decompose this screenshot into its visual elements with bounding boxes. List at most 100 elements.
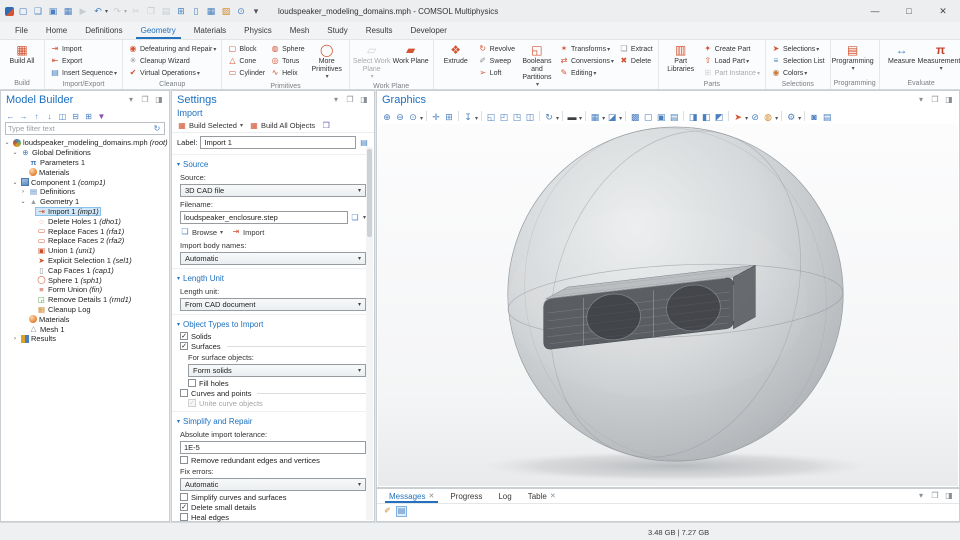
- more-primitives-button[interactable]: More Primitives▾: [308, 41, 346, 81]
- tab-file[interactable]: File: [6, 22, 37, 39]
- tree-node-cap-faces-1[interactable]: Cap Faces 1(cap1): [1, 265, 169, 275]
- qat-undo-button[interactable]: ▾: [92, 5, 108, 17]
- qat-cut-button[interactable]: [130, 5, 142, 17]
- section-header-length-unit[interactable]: ▾Length Unit: [172, 268, 374, 285]
- zoom-in-button[interactable]: [381, 107, 393, 125]
- tab-materials[interactable]: Materials: [185, 22, 235, 39]
- checkbox-curves-and-points[interactable]: Curves and points: [172, 388, 374, 398]
- arrow-right-button[interactable]: [18, 106, 29, 124]
- qat-table-qat-button[interactable]: [205, 5, 217, 17]
- tab-table[interactable]: Table✕: [520, 489, 564, 503]
- import-button[interactable]: Import: [48, 43, 119, 55]
- panel-float-icon[interactable]: [930, 95, 940, 105]
- checkbox-heal-edges[interactable]: Heal edges: [172, 512, 374, 522]
- tab-geometry[interactable]: Geometry: [132, 22, 185, 39]
- view-xy-button[interactable]: [485, 107, 497, 125]
- tab-mesh[interactable]: Mesh: [281, 22, 319, 39]
- scrollbar-thumb[interactable]: [367, 149, 372, 237]
- snapshot-button[interactable]: [808, 107, 820, 125]
- tree-node-results[interactable]: ›Results: [1, 334, 169, 344]
- conversions-button[interactable]: Conversions▾: [557, 55, 616, 67]
- tab-definitions[interactable]: Definitions: [76, 22, 131, 39]
- panel-float-icon[interactable]: [140, 95, 150, 105]
- editing-button[interactable]: Editing▾: [557, 67, 616, 79]
- loft-button[interactable]: Loft: [476, 67, 517, 79]
- qat-image-qat-button[interactable]: [220, 5, 232, 17]
- arrow-left-button[interactable]: [5, 106, 16, 124]
- tree-node-replace-faces-1[interactable]: Replace Faces 1(rfa1): [1, 226, 169, 236]
- close-tab-icon[interactable]: ✕: [550, 492, 556, 500]
- tree-expander[interactable]: ›: [19, 189, 27, 195]
- highlight-button[interactable]: ▾: [762, 107, 778, 125]
- select-entities-button[interactable]: ▾: [732, 107, 748, 125]
- zoom-box-button[interactable]: ▾: [407, 107, 423, 125]
- transforms-button[interactable]: Transforms▾: [557, 43, 616, 55]
- checkbox-fill-holes[interactable]: Fill holes: [172, 378, 374, 388]
- extract-button[interactable]: Extract: [617, 43, 655, 55]
- section-header-simplify-and-repair[interactable]: ▾Simplify and Repair: [172, 411, 374, 428]
- qat-copy-button[interactable]: [145, 5, 157, 17]
- minimize-button[interactable]: [858, 0, 892, 22]
- arrow-down-button[interactable]: [44, 106, 55, 124]
- wireframe-button[interactable]: [629, 107, 641, 125]
- tree-expander[interactable]: ›: [11, 336, 19, 342]
- part-libraries-button[interactable]: Part Libraries: [662, 41, 700, 74]
- reset-hiding-button[interactable]: [713, 107, 725, 125]
- print-button[interactable]: [821, 107, 833, 125]
- tree-node-materials[interactable]: Materials: [1, 314, 169, 324]
- panel-menu-icon[interactable]: [331, 95, 341, 105]
- build-all-button[interactable]: Build All: [3, 41, 41, 66]
- pan-button[interactable]: [430, 107, 442, 125]
- deselect-button[interactable]: [749, 107, 761, 125]
- show-options-button[interactable]: [57, 106, 68, 124]
- show-hidden-button[interactable]: [700, 107, 712, 125]
- extrude-button[interactable]: Extrude: [437, 41, 475, 66]
- panel-float-icon[interactable]: [345, 95, 355, 105]
- tree-node-form-union[interactable]: Form Union(fin): [1, 285, 169, 295]
- qat-delete-qat-button[interactable]: [190, 5, 202, 17]
- part-instance-button[interactable]: Part Instance▾: [701, 67, 762, 79]
- checkbox-unite-curve-objects[interactable]: Unite curve objects: [172, 398, 374, 408]
- tree-node-materials[interactable]: Materials: [1, 167, 169, 177]
- create-part-button[interactable]: Create Part: [701, 43, 762, 55]
- tab-study[interactable]: Study: [318, 22, 356, 39]
- build-all-objects-button[interactable]: Build All Objects: [249, 121, 315, 131]
- tree-expander[interactable]: ⌄: [19, 198, 27, 205]
- rotate-button[interactable]: ▾: [543, 107, 559, 125]
- zoom-extents-button[interactable]: [443, 107, 455, 125]
- checkbox-simplify-curves-and-surfaces[interactable]: Simplify curves and surfaces: [172, 492, 374, 502]
- browse-button[interactable]: Browse▾: [180, 227, 223, 237]
- build-selected-button[interactable]: Build Selected ▾: [177, 121, 243, 131]
- tree-node-global-definitions[interactable]: ⌄Global Definitions: [1, 148, 169, 158]
- panel-menu-icon[interactable]: [916, 491, 926, 501]
- dropdown-select[interactable]: Automatic▾: [180, 478, 366, 491]
- tree-node-union-1[interactable]: Union 1(uni1): [1, 246, 169, 256]
- defeaturing-and-repair-button[interactable]: Defeaturing and Repair▾: [126, 43, 218, 55]
- panel-float-icon[interactable]: [930, 491, 940, 501]
- select-lasso-button[interactable]: [655, 107, 667, 125]
- collapse-all-button[interactable]: [70, 106, 81, 124]
- tree-node-loudspeaker-modeling-domains-mph[interactable]: ⌄loudspeaker_modeling_domains.mph(root): [1, 138, 169, 148]
- tab-physics[interactable]: Physics: [235, 22, 281, 39]
- dropdown-select[interactable]: 3D CAD file▾: [180, 184, 366, 197]
- sphere-button[interactable]: Sphere: [268, 43, 307, 55]
- qat-save-button[interactable]: [47, 5, 59, 17]
- label-edit-icon[interactable]: [359, 138, 369, 148]
- tree-node-definitions[interactable]: ›Definitions: [1, 187, 169, 197]
- gear-button[interactable]: ▾: [785, 107, 801, 125]
- sweep-button[interactable]: Sweep: [476, 55, 517, 67]
- section-header-object-types-to-import[interactable]: ▾Object Types to Import: [172, 314, 374, 331]
- tab-home[interactable]: Home: [37, 22, 76, 39]
- checkbox-remove-redundant-edges-and-vertices[interactable]: Remove redundant edges and vertices: [172, 455, 374, 465]
- delete-button[interactable]: Delete: [617, 55, 655, 67]
- color-theme-button[interactable]: ▾: [589, 107, 605, 125]
- qat-comsol-logo-button[interactable]: [5, 7, 14, 16]
- section-header-source[interactable]: ▾Source: [172, 154, 374, 171]
- tree-expander[interactable]: ⌄: [3, 139, 11, 146]
- tab-developer[interactable]: Developer: [401, 22, 455, 39]
- colors-button[interactable]: Colors▾: [769, 67, 827, 79]
- default-view-button[interactable]: ▾: [462, 107, 478, 125]
- helix-button[interactable]: Helix: [268, 67, 307, 79]
- tree-node-component-1[interactable]: ⌄Component 1(comp1): [1, 177, 169, 187]
- virtual-operations-button[interactable]: Virtual Operations▾: [126, 67, 218, 79]
